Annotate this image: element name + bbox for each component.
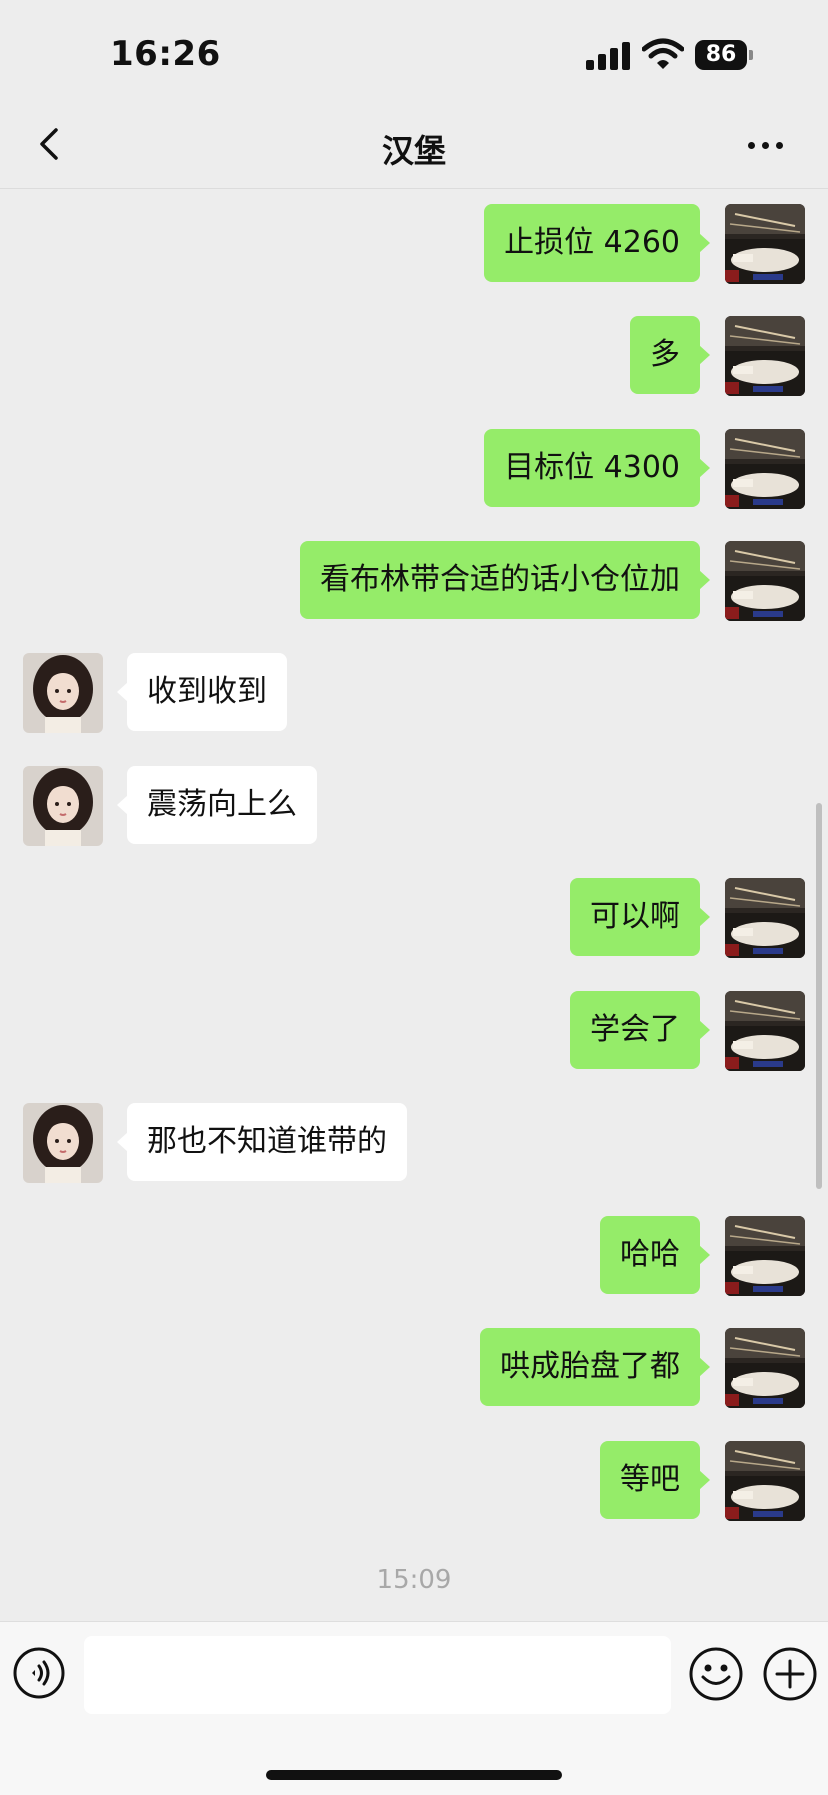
- status-bar: 16:26 86: [0, 0, 828, 100]
- message-bubble[interactable]: 等吧: [600, 1441, 710, 1519]
- message-bubble[interactable]: 看布林带合适的话小仓位加: [300, 541, 710, 619]
- message-bubble[interactable]: 收到收到: [117, 653, 287, 731]
- signal-icon: [586, 42, 630, 70]
- message-self: 学会了: [0, 991, 828, 1071]
- avatar[interactable]: [725, 991, 805, 1071]
- message-bubble[interactable]: 多: [630, 316, 710, 394]
- message-self: 可以啊: [0, 878, 828, 958]
- message-self: 哈哈: [0, 1216, 828, 1296]
- message-self: 等吧: [0, 1441, 828, 1521]
- message-bubble[interactable]: 可以啊: [570, 878, 710, 956]
- message-self: 看布林带合适的话小仓位加: [0, 541, 828, 621]
- message-self: 多: [0, 316, 828, 396]
- avatar[interactable]: [725, 204, 805, 284]
- avatar[interactable]: [23, 1103, 103, 1183]
- battery-level: 86: [695, 40, 747, 70]
- emoji-icon[interactable]: [688, 1646, 744, 1702]
- avatar[interactable]: [725, 429, 805, 509]
- wifi-icon: [642, 38, 684, 69]
- message-bubble[interactable]: 哄成胎盘了都: [480, 1328, 710, 1406]
- avatar[interactable]: [725, 1441, 805, 1521]
- home-indicator[interactable]: [266, 1770, 562, 1780]
- message-other: 那也不知道谁带的: [0, 1103, 828, 1183]
- scrollbar[interactable]: [816, 803, 822, 1189]
- voice-icon[interactable]: [12, 1646, 66, 1700]
- message-bubble[interactable]: 震荡向上么: [117, 766, 317, 844]
- message-timestamp: 15:09: [376, 1565, 452, 1595]
- message-self: 目标位 4300: [0, 429, 828, 509]
- message-other: 收到收到: [0, 653, 828, 733]
- chat-title: 汉堡: [381, 132, 446, 170]
- nav-bar: 汉堡: [0, 100, 828, 189]
- more-dots-icon[interactable]: [744, 130, 788, 160]
- input-bar: [0, 1621, 828, 1795]
- avatar[interactable]: [725, 541, 805, 621]
- message-self: 哄成胎盘了都: [0, 1328, 828, 1408]
- message-other: 震荡向上么: [0, 766, 828, 846]
- message-bubble[interactable]: 那也不知道谁带的: [117, 1103, 407, 1181]
- battery-icon: 86: [695, 40, 753, 70]
- avatar[interactable]: [23, 653, 103, 733]
- avatar[interactable]: [23, 766, 103, 846]
- message-bubble[interactable]: 哈哈: [600, 1216, 710, 1294]
- avatar[interactable]: [725, 1216, 805, 1296]
- message-bubble[interactable]: 目标位 4300: [484, 429, 710, 507]
- avatar[interactable]: [725, 1328, 805, 1408]
- avatar[interactable]: [725, 878, 805, 958]
- message-bubble[interactable]: 止损位 4260: [484, 204, 710, 282]
- plus-icon[interactable]: [762, 1646, 818, 1702]
- message-bubble[interactable]: 学会了: [570, 991, 710, 1069]
- message-self: 止损位 4260: [0, 204, 828, 284]
- message-input[interactable]: [84, 1636, 671, 1714]
- status-time: 16:26: [110, 34, 221, 74]
- avatar[interactable]: [725, 316, 805, 396]
